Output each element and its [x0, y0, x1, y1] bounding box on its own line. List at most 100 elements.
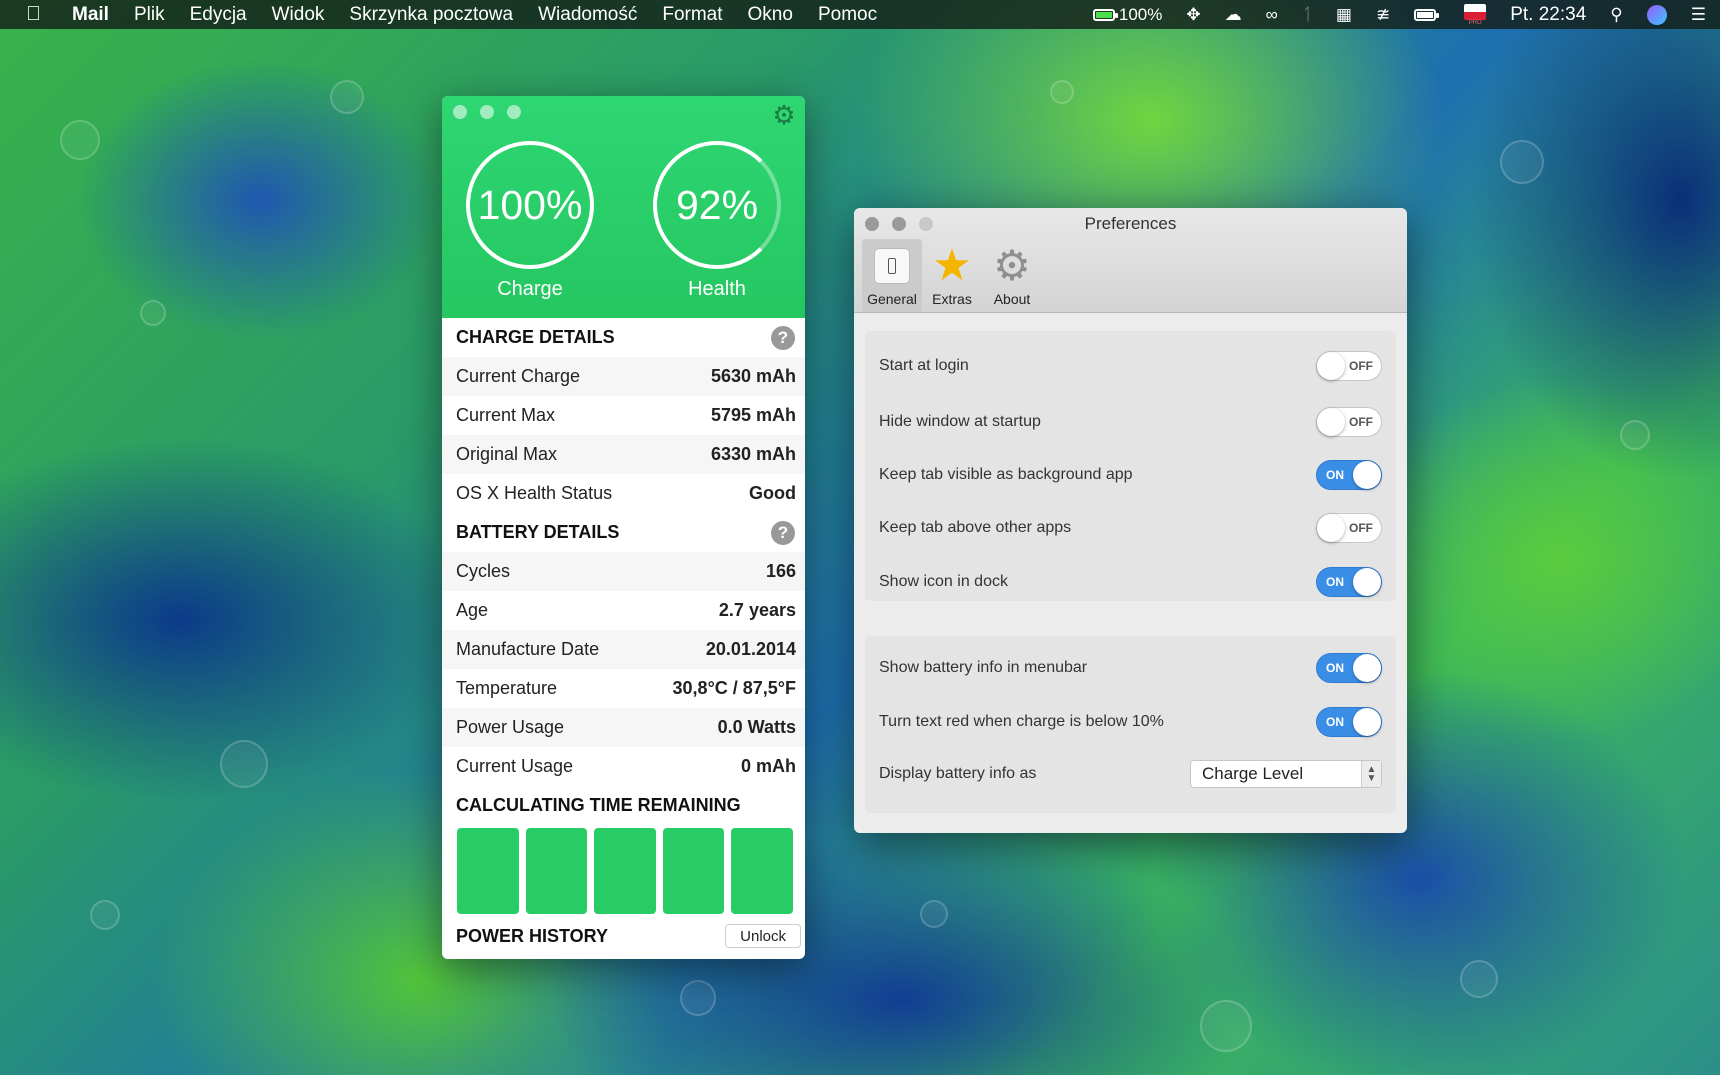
pref-start-at-login: Start at login OFF — [879, 346, 1382, 386]
gear-icon: ⚙ — [993, 242, 1031, 289]
window-title: Preferences — [1084, 214, 1177, 233]
bluetooth-icon[interactable]: ᛐ — [1302, 5, 1312, 25]
pref-label: Show battery info in menubar — [879, 659, 1088, 676]
detail-label: Temperature — [456, 678, 558, 698]
menu-widok[interactable]: Widok — [272, 4, 325, 26]
wifi-icon[interactable]: ≇ — [1376, 5, 1390, 25]
time-remaining-blocks — [442, 825, 805, 915]
select-arrows-icon: ▲ ▼ — [1361, 761, 1381, 787]
detail-value: 30,8°C / 87,5°F — [672, 678, 796, 698]
notification-center-icon[interactable]: ☰ — [1691, 5, 1706, 25]
close-button[interactable] — [453, 105, 467, 119]
detail-label: Manufacture Date — [456, 639, 600, 659]
detail-label: Original Max — [456, 444, 558, 464]
menubar-settings-group: Show battery info in menubar ON Turn tex… — [865, 636, 1396, 813]
time-remaining-header: CALCULATING TIME REMAINING — [442, 786, 805, 825]
help-icon[interactable]: ? — [771, 325, 795, 350]
show-menubar-info-toggle[interactable]: ON — [1316, 653, 1382, 683]
star-icon: ★ — [932, 241, 972, 290]
red-text-toggle[interactable]: ON — [1316, 707, 1382, 737]
settings-gear-icon[interactable]: ⚙ — [771, 102, 797, 128]
detail-value: 20.01.2014 — [705, 639, 796, 659]
battery-app-window: ⚙ 100% 92% Charge Health CHARGE DETAILS … — [442, 96, 805, 959]
pref-red-text: Turn text red when charge is below 10% O… — [879, 702, 1382, 742]
input-source-flag-icon[interactable]: PRO — [1464, 3, 1487, 26]
help-icon[interactable]: ? — [771, 520, 795, 545]
detail-label: Power Usage — [456, 717, 565, 737]
pref-keep-tab-visible: Keep tab visible as background app ON — [879, 455, 1382, 495]
detail-row: Original Max 6330 mAh — [442, 435, 805, 474]
battery-details-title: BATTERY DETAILS — [456, 522, 620, 542]
tab-general[interactable]: General — [862, 239, 922, 312]
pref-keep-tab-above: Keep tab above other apps OFF — [879, 508, 1382, 548]
display-as-select[interactable]: Charge Level ▲ ▼ — [1190, 760, 1382, 788]
hide-window-toggle[interactable]: OFF — [1316, 407, 1382, 437]
clock[interactable]: Pt. 22:34 — [1510, 4, 1586, 26]
menu-pomoc[interactable]: Pomoc — [818, 4, 877, 26]
detail-row: Current Max 5795 mAh — [442, 396, 805, 435]
apple-menu-icon[interactable]:  — [26, 3, 52, 26]
power-history-title: POWER HISTORY — [456, 925, 609, 946]
zoom-button[interactable] — [507, 105, 521, 119]
siri-icon[interactable] — [1646, 4, 1667, 25]
select-value: Charge Level — [1202, 764, 1304, 783]
detail-row: Age 2.7 years — [442, 591, 805, 630]
battery-menubar-icon[interactable] — [1414, 8, 1440, 21]
time-block — [457, 828, 519, 914]
pref-show-menubar-info: Show battery info in menubar ON — [879, 648, 1382, 688]
memory-icon[interactable]: ▦ — [1336, 5, 1352, 25]
pref-label: Turn text red when charge is below 10% — [879, 713, 1164, 730]
spotlight-search-icon[interactable]: ⚲ — [1610, 5, 1622, 25]
health-label: Health — [688, 278, 746, 300]
sync-icon[interactable]: ∞ — [1266, 5, 1278, 25]
detail-value: Good — [749, 483, 796, 503]
keep-tab-above-toggle[interactable]: OFF — [1316, 513, 1382, 543]
detail-label: Current Charge — [456, 366, 581, 386]
detail-label: Current Usage — [456, 756, 574, 776]
time-block — [662, 828, 725, 914]
pref-label: Start at login — [879, 357, 969, 374]
menu-format[interactable]: Format — [662, 4, 722, 26]
charge-label: Charge — [497, 278, 563, 300]
creative-cloud-icon[interactable]: ☁ — [1225, 5, 1242, 25]
menu-skrzynka[interactable]: Skrzynka pocztowa — [349, 4, 513, 26]
detail-label: Cycles — [456, 561, 511, 581]
detail-value: 0.0 Watts — [717, 717, 796, 737]
menu-plik[interactable]: Plik — [134, 4, 165, 26]
battery-details-list: Cycles 166 Age 2.7 years Manufacture Date 2… — [442, 552, 805, 786]
menu-app-name[interactable]: Mail — [72, 4, 109, 26]
detail-row: Manufacture Date 20.01.2014 — [442, 630, 805, 669]
minimize-button[interactable] — [480, 105, 494, 119]
menu-edycja[interactable]: Edycja — [190, 4, 247, 26]
general-settings-group: Start at login OFF Hide window at startu… — [865, 331, 1396, 601]
detail-row: Current Charge 5630 mAh — [442, 357, 805, 396]
pref-label: Keep tab visible as background app — [879, 466, 1133, 483]
detail-value: 0 mAh — [740, 756, 796, 776]
start-at-login-toggle[interactable]: OFF — [1316, 351, 1382, 381]
status-area: 100% ✥ ☁ ∞ ᛐ ▦ ≇ PRO Pt. 22:34 ⚲ ☰ — [1092, 0, 1720, 29]
battery-status-item[interactable]: 100% — [1092, 5, 1162, 25]
power-history-row: POWER HISTORY Unlock — [442, 915, 805, 957]
unlock-button[interactable]: Unlock — [725, 924, 801, 948]
tab-label: Extras — [932, 291, 972, 307]
flag-label: PRO — [1468, 19, 1482, 26]
battery-details-header: BATTERY DETAILS ? — [442, 513, 805, 552]
charge-details-list: Current Charge 5630 mAh Current Max 5795 m… — [442, 357, 805, 513]
pref-label: Show icon in dock — [879, 573, 1008, 590]
pref-display-as: Display battery info as Charge Level ▲ ▼ — [879, 754, 1382, 794]
tab-about[interactable]: ⚙ About — [982, 239, 1042, 312]
keep-tab-visible-toggle[interactable]: ON — [1316, 460, 1382, 490]
menu-okno[interactable]: Okno — [748, 4, 793, 26]
preferences-tabs: General ★ Extras ⚙ About — [862, 239, 1042, 312]
charge-details-header: CHARGE DETAILS ? — [442, 318, 805, 357]
tab-extras[interactable]: ★ Extras — [922, 239, 982, 312]
antenna-icon[interactable]: ✥ — [1186, 5, 1200, 25]
tab-label: General — [867, 291, 917, 307]
detail-label: Age — [456, 600, 489, 620]
preferences-toolbar: Preferences General ★ Extras ⚙ About — [854, 208, 1407, 313]
display-label: Display battery info as — [879, 765, 1037, 782]
pref-label: Keep tab above other apps — [879, 519, 1072, 536]
show-icon-dock-toggle[interactable]: ON — [1316, 567, 1382, 597]
menu-wiadomosc[interactable]: Wiadomość — [538, 4, 637, 26]
charge-details-title: CHARGE DETAILS — [456, 327, 615, 347]
